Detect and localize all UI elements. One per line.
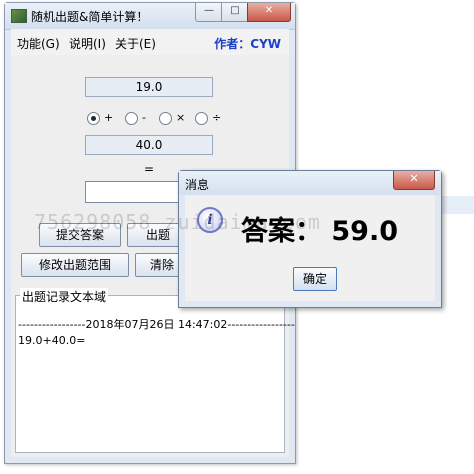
window-title: 随机出题&简单计算！ xyxy=(31,10,149,24)
operand-b-field: 40.0 xyxy=(85,135,213,155)
change-range-button[interactable]: 修改出题范围 xyxy=(21,253,129,277)
maximize-button[interactable]: □ xyxy=(221,3,249,22)
menu-bar: 功能(G) 说明(I) 关于(E) 作者：CYW xyxy=(11,29,289,55)
message-dialog: 消息 ✕ i 答案： 59.0 确定 xyxy=(178,170,442,308)
operand-a-field: 19.0 xyxy=(85,77,213,97)
dialog-close-button[interactable]: ✕ xyxy=(393,171,435,190)
radio-multiply-label: × xyxy=(176,111,186,124)
record-text-area[interactable]: 出题记录文本域 -----------------2018年07月26日 14:… xyxy=(15,288,295,453)
watermark: 756298058 zuidaima com xyxy=(34,210,321,234)
author-label: 作者：CYW xyxy=(214,37,281,51)
title-bar[interactable]: 随机出题&简单计算！ — □ ✕ xyxy=(5,3,295,30)
menu-about[interactable]: 关于(E) xyxy=(115,35,156,52)
background-strip xyxy=(440,196,474,214)
equals-sign: = xyxy=(144,162,155,176)
dialog-title-bar[interactable]: 消息 ✕ xyxy=(179,171,441,195)
radio-minus-label: - xyxy=(142,111,146,124)
radio-plus[interactable] xyxy=(87,112,100,125)
dialog-title: 消息 xyxy=(185,178,210,192)
app-icon xyxy=(11,9,27,23)
radio-divide[interactable] xyxy=(195,112,208,125)
menu-help[interactable]: 说明(I) xyxy=(69,35,106,52)
close-button[interactable]: ✕ xyxy=(247,3,291,22)
radio-divide-label: ÷ xyxy=(212,111,222,124)
operator-radio-group: + - × ÷ xyxy=(87,111,227,126)
ok-button[interactable]: 确定 xyxy=(293,267,337,291)
minimize-button[interactable]: — xyxy=(195,3,223,22)
record-legend: 出题记录文本域 xyxy=(20,288,109,305)
radio-minus[interactable] xyxy=(125,112,138,125)
radio-plus-label: + xyxy=(104,111,114,124)
menu-function[interactable]: 功能(G) xyxy=(17,35,60,52)
radio-multiply[interactable] xyxy=(159,112,172,125)
record-line: -----------------2018年07月26日 14:47:02---… xyxy=(18,318,295,331)
record-line: 19.0+40.0= xyxy=(18,334,86,347)
